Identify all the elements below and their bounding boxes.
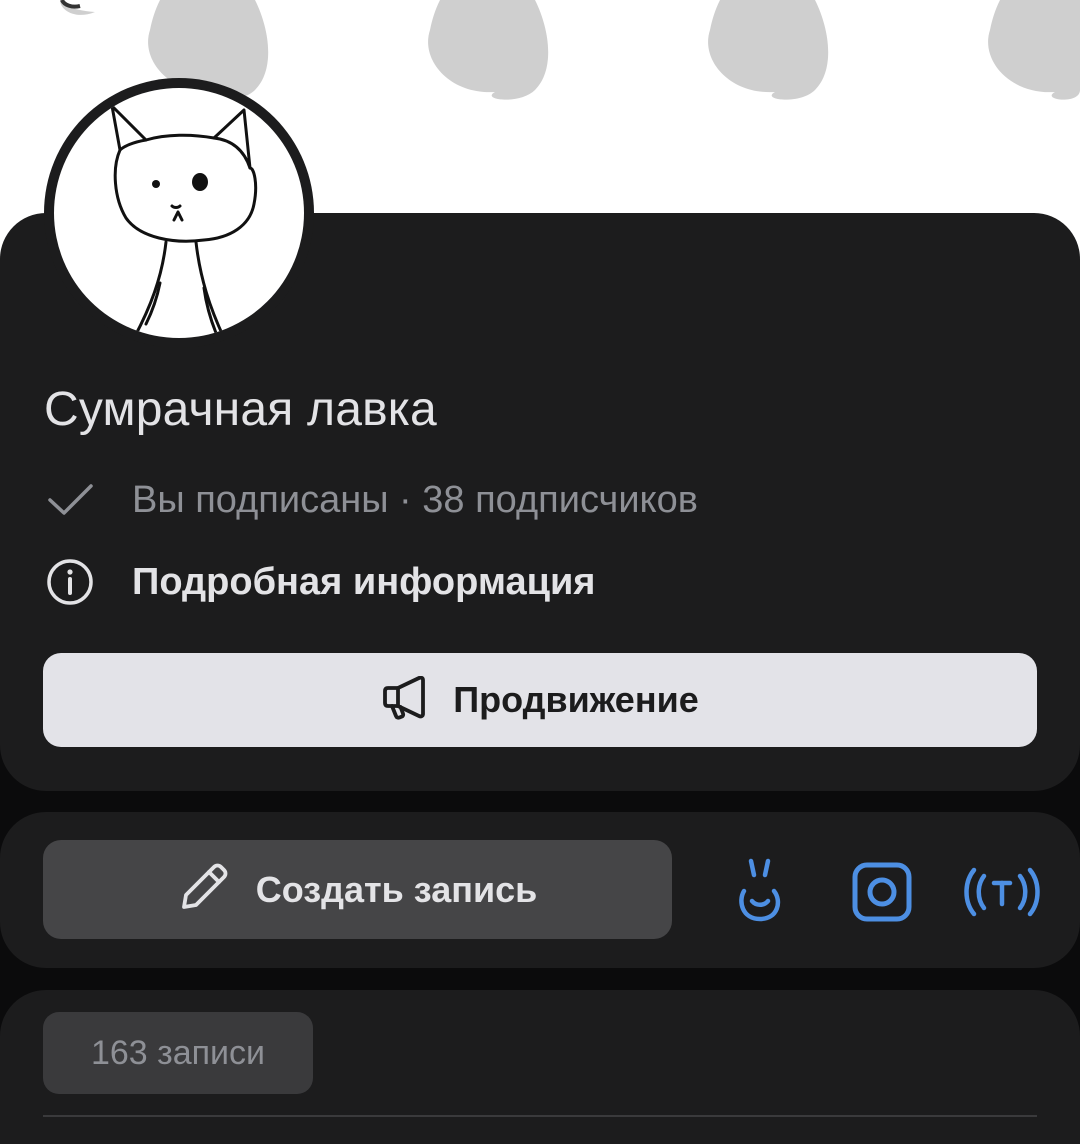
community-avatar[interactable] bbox=[44, 78, 314, 348]
instagram-icon[interactable] bbox=[842, 852, 922, 932]
community-page: Сумрачная лавка Вы подписаны · 38 подпис… bbox=[0, 0, 1080, 1144]
avatar-image bbox=[54, 88, 304, 338]
details-row[interactable]: Подробная информация bbox=[44, 556, 595, 608]
community-name: Сумрачная лавка bbox=[44, 383, 437, 436]
checkmark-icon bbox=[44, 474, 96, 526]
posts-count-tab[interactable]: 163 записи bbox=[43, 1012, 313, 1094]
telegram-broadcast-icon[interactable] bbox=[962, 852, 1042, 932]
create-post-button-label: Создать запись bbox=[255, 868, 538, 910]
promote-button[interactable]: Продвижение bbox=[43, 653, 1037, 747]
cat-drawing-icon bbox=[110, 104, 258, 338]
subscription-row[interactable]: Вы подписаны · 38 подписчиков bbox=[44, 474, 698, 526]
create-post-button[interactable]: Создать запись bbox=[43, 840, 672, 939]
info-icon bbox=[44, 556, 96, 608]
subscription-status-text: Вы подписаны · 38 подписчиков bbox=[132, 478, 698, 521]
megaphone-icon bbox=[381, 675, 431, 725]
pencil-icon bbox=[178, 861, 230, 918]
divider bbox=[43, 1115, 1037, 1117]
details-link-text: Подробная информация bbox=[132, 560, 596, 603]
vk-rabbit-icon[interactable] bbox=[720, 852, 800, 932]
promote-button-label: Продвижение bbox=[453, 679, 699, 720]
